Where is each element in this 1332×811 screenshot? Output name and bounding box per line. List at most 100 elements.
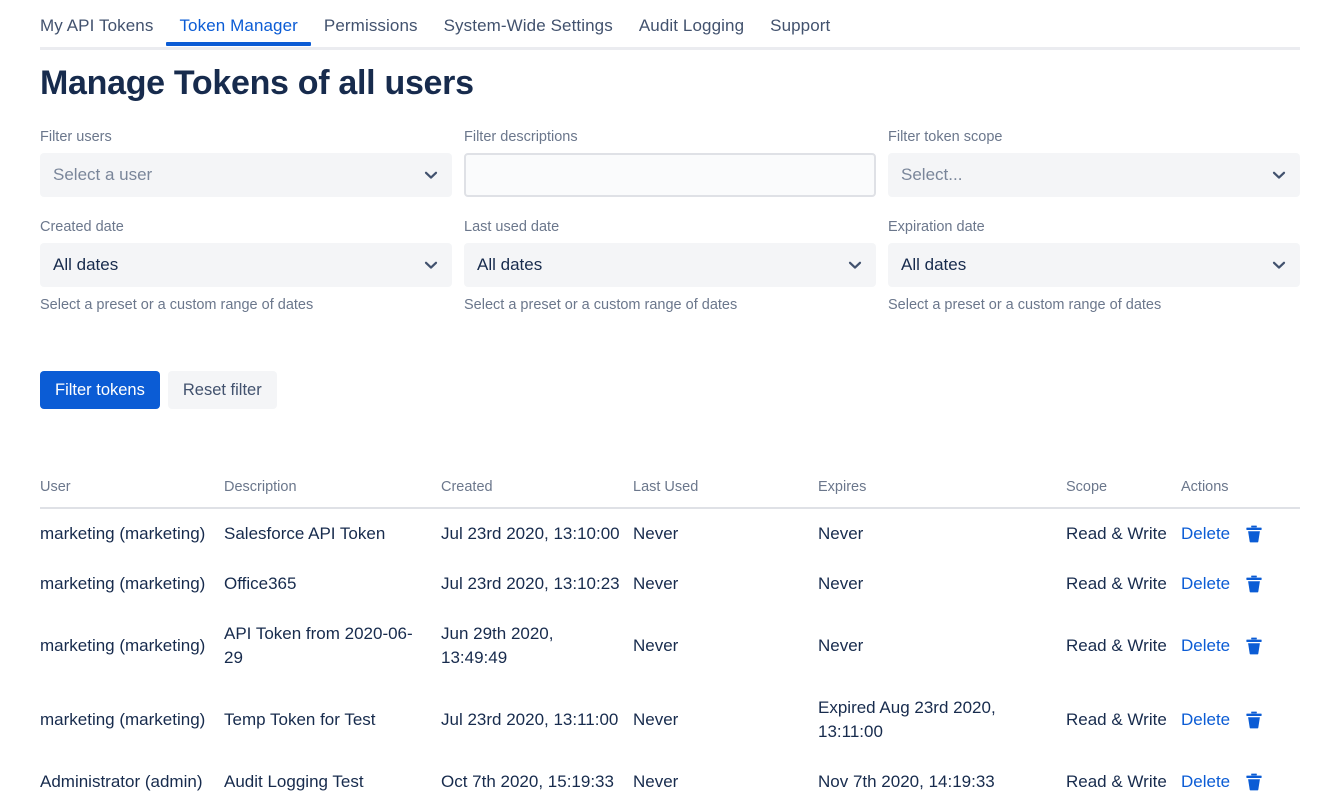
cell-scope: Read & Write bbox=[1066, 524, 1167, 543]
nav-tab-token-manager[interactable]: Token Manager bbox=[166, 16, 312, 46]
created-date-select[interactable]: All dates bbox=[40, 243, 452, 287]
cell-expires: Nov 7th 2020, 14:19:33 bbox=[818, 772, 995, 791]
nav-tab-audit-logging[interactable]: Audit Logging bbox=[626, 16, 757, 46]
filter-users-field: Filter users Select a user bbox=[40, 128, 452, 197]
tokens-table: User Description Created Last Used Expir… bbox=[40, 478, 1300, 807]
cell-created: Jun 29th 2020, 13:49:49 bbox=[441, 624, 554, 667]
last-used-date-helper: Select a preset or a custom range of dat… bbox=[464, 297, 738, 313]
delete-link[interactable]: Delete bbox=[1181, 522, 1230, 546]
cell-description: Audit Logging Test bbox=[224, 772, 364, 791]
row-actions: Delete bbox=[1181, 708, 1290, 732]
column-header-user: User bbox=[40, 478, 224, 509]
row-actions: Delete bbox=[1181, 634, 1290, 658]
filter-descriptions-field: Filter descriptions bbox=[464, 128, 876, 197]
chevron-down-icon bbox=[423, 167, 439, 183]
cell-expires: Never bbox=[818, 524, 864, 543]
filter-token-scope-select[interactable]: Select... bbox=[888, 153, 1300, 197]
cell-expires: Never bbox=[818, 636, 864, 655]
delete-link[interactable]: Delete bbox=[1181, 572, 1230, 596]
trash-icon[interactable] bbox=[1244, 710, 1264, 730]
last-used-date-value: All dates bbox=[477, 255, 543, 274]
cell-created: Jul 23rd 2020, 13:10:00 bbox=[441, 524, 620, 543]
filter-descriptions-label: Filter descriptions bbox=[464, 129, 578, 145]
created-date-helper: Select a preset or a custom range of dat… bbox=[40, 297, 314, 313]
table-row: marketing (marketing) Salesforce API Toke… bbox=[40, 508, 1300, 559]
chevron-down-icon bbox=[423, 257, 439, 273]
filter-users-select[interactable]: Select a user bbox=[40, 153, 452, 197]
row-actions: Delete bbox=[1181, 572, 1290, 596]
cell-scope: Read & Write bbox=[1066, 636, 1167, 655]
cell-scope: Read & Write bbox=[1066, 710, 1167, 729]
delete-link[interactable]: Delete bbox=[1181, 634, 1230, 658]
table-row: marketing (marketing) API Token from 2020… bbox=[40, 609, 1300, 683]
cell-last-used: Never bbox=[633, 710, 679, 729]
last-used-date-field: Last used date All dates Select a preset… bbox=[464, 218, 876, 314]
table-row: marketing (marketing) Office365 Jul 23rd 2… bbox=[40, 559, 1300, 609]
column-header-description: Description bbox=[224, 478, 441, 509]
nav-tab-system-wide-settings[interactable]: System-Wide Settings bbox=[431, 16, 626, 46]
column-header-last-used: Last Used bbox=[633, 478, 818, 509]
filter-row-spacer bbox=[464, 197, 876, 218]
column-header-created: Created bbox=[441, 478, 633, 509]
cell-last-used: Never bbox=[633, 574, 679, 593]
created-date-field: Created date All dates Select a preset o… bbox=[40, 218, 452, 314]
cell-scope: Read & Write bbox=[1066, 574, 1167, 593]
table-header-row: User Description Created Last Used Expir… bbox=[40, 478, 1300, 509]
cell-last-used: Never bbox=[633, 636, 679, 655]
cell-user: marketing (marketing) bbox=[40, 524, 206, 543]
tokens-table-body: marketing (marketing) Salesforce API Toke… bbox=[40, 508, 1300, 807]
tokens-table-container: User Description Created Last Used Expir… bbox=[40, 478, 1300, 807]
trash-icon[interactable] bbox=[1244, 772, 1264, 792]
cell-last-used: Never bbox=[633, 524, 679, 543]
expiration-date-field: Expiration date All dates Select a prese… bbox=[888, 218, 1300, 314]
cell-description: Temp Token for Test bbox=[224, 710, 376, 729]
cell-description: Office365 bbox=[224, 574, 297, 593]
page-title: Manage Tokens of all users bbox=[40, 64, 474, 102]
delete-link[interactable]: Delete bbox=[1181, 770, 1230, 794]
cell-user: marketing (marketing) bbox=[40, 636, 206, 655]
last-used-date-select[interactable]: All dates bbox=[464, 243, 876, 287]
filter-users-label: Filter users bbox=[40, 129, 112, 145]
cell-actions: Delete bbox=[1181, 508, 1300, 559]
nav-tab-support[interactable]: Support bbox=[757, 16, 843, 46]
filter-users-value: Select a user bbox=[53, 165, 153, 184]
cell-last-used: Never bbox=[633, 772, 679, 791]
cell-created: Jul 23rd 2020, 13:10:23 bbox=[441, 574, 620, 593]
filter-token-scope-field: Filter token scope Select... bbox=[888, 128, 1300, 197]
expiration-date-select[interactable]: All dates bbox=[888, 243, 1300, 287]
column-header-expires: Expires bbox=[818, 478, 1066, 509]
nav-tab-my-api-tokens[interactable]: My API Tokens bbox=[40, 16, 166, 46]
chevron-down-icon bbox=[847, 257, 863, 273]
cell-user: Administrator (admin) bbox=[40, 772, 203, 791]
token-manager-page: My API Tokens Token Manager Permissions Sys… bbox=[0, 0, 1332, 811]
cell-actions: Delete bbox=[1181, 757, 1300, 807]
chevron-down-icon bbox=[1271, 257, 1287, 273]
filter-tokens-button[interactable]: Filter tokens bbox=[40, 371, 160, 409]
chevron-down-icon bbox=[1271, 167, 1287, 183]
trash-icon[interactable] bbox=[1244, 574, 1264, 594]
cell-actions: Delete bbox=[1181, 683, 1300, 757]
cell-created: Jul 23rd 2020, 13:11:00 bbox=[441, 710, 619, 729]
delete-link[interactable]: Delete bbox=[1181, 708, 1230, 732]
created-date-label: Created date bbox=[40, 219, 124, 235]
filter-panel: Filter users Select a user Filter descri… bbox=[40, 128, 1300, 314]
trash-icon[interactable] bbox=[1244, 636, 1264, 656]
reset-filter-button[interactable]: Reset filter bbox=[167, 371, 277, 409]
row-actions: Delete bbox=[1181, 770, 1290, 794]
cell-expires: Never bbox=[818, 574, 864, 593]
cell-scope: Read & Write bbox=[1066, 772, 1167, 791]
table-row: marketing (marketing) Temp Token for Test… bbox=[40, 683, 1300, 757]
filter-descriptions-input[interactable] bbox=[464, 153, 876, 197]
cell-description: API Token from 2020-06-29 bbox=[224, 624, 413, 667]
filter-token-scope-label: Filter token scope bbox=[888, 129, 1003, 145]
trash-icon[interactable] bbox=[1244, 524, 1264, 544]
main-navigation: My API Tokens Token Manager Permissions Sys… bbox=[40, 16, 1300, 50]
column-header-actions: Actions bbox=[1181, 478, 1300, 509]
created-date-value: All dates bbox=[53, 255, 119, 274]
cell-actions: Delete bbox=[1181, 559, 1300, 609]
nav-tab-permissions[interactable]: Permissions bbox=[311, 16, 431, 46]
nav-bottom-rule bbox=[40, 47, 1300, 50]
filter-token-scope-value: Select... bbox=[901, 165, 963, 184]
last-used-date-label: Last used date bbox=[464, 219, 560, 235]
cell-created: Oct 7th 2020, 15:19:33 bbox=[441, 772, 614, 791]
